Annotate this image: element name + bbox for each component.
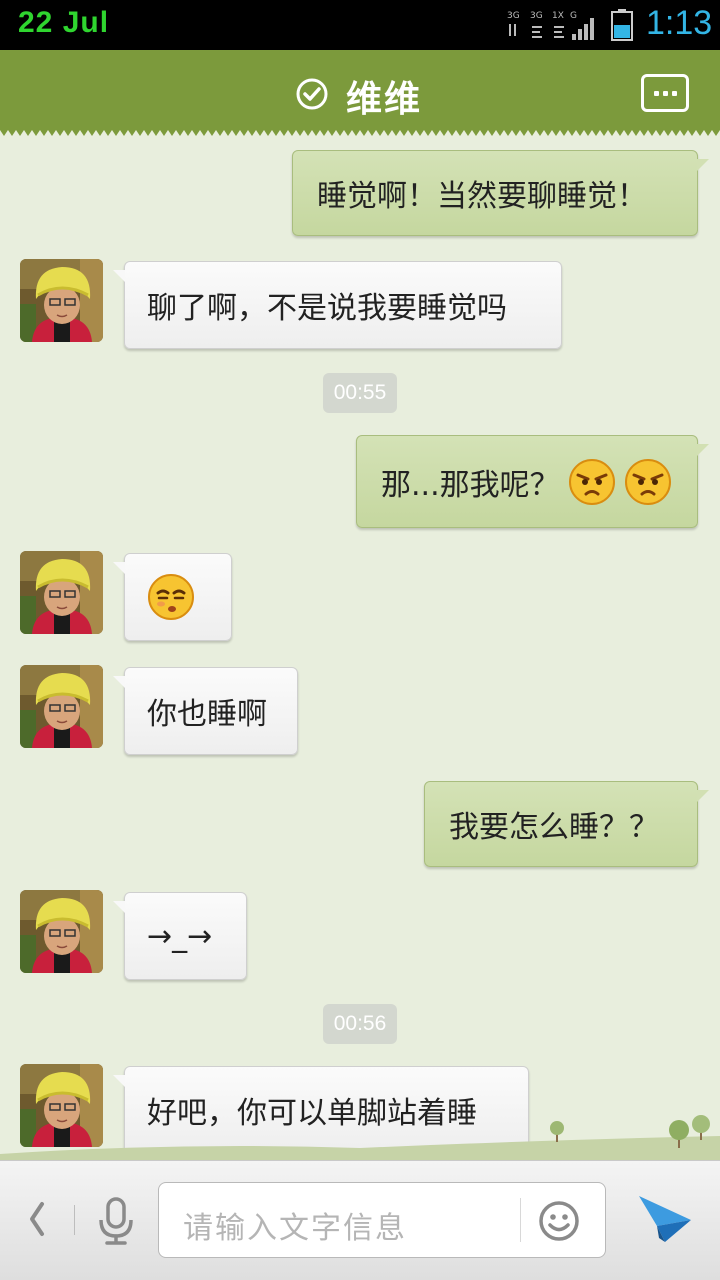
microphone-icon[interactable] [95, 1196, 137, 1246]
network-label: 1X [552, 11, 564, 21]
battery-icon [611, 9, 633, 41]
contact-name: 维维 [346, 79, 423, 120]
back-chevron-icon[interactable] [24, 1198, 48, 1240]
sleepy-face-icon [148, 574, 194, 620]
header-zigzag-edge [0, 128, 720, 136]
message-bubble-incoming[interactable]: →_→ [113, 892, 247, 980]
more-dots-icon [663, 91, 668, 96]
angry-face-icon [624, 458, 671, 505]
message-bubble-outgoing[interactable]: 我要怎么睡？？ [424, 781, 709, 867]
message-timestamp: 00:56 [323, 1004, 397, 1044]
check-circle-icon [296, 78, 328, 110]
message-text: →_→ [147, 918, 213, 954]
network-label: G [570, 11, 577, 21]
grass-decoration [0, 1115, 720, 1162]
network-label: 3G [530, 11, 543, 21]
divider [74, 1205, 75, 1235]
message-text: 睡觉啊！当然要聊睡觉！ [317, 179, 647, 214]
message-text: 我要怎么睡？？ [449, 810, 659, 845]
status-bar: 22 Jul 3G 3G 1X G 1:13 [0, 0, 720, 50]
more-dots-icon [654, 91, 659, 96]
message-bubble-incoming[interactable]: 聊了啊，不是说我要睡觉吗 [113, 261, 562, 349]
signal-icons: 3G 3G 1X G [507, 11, 594, 40]
message-input-placeholder: 请输入文字信息 [183, 1211, 407, 1246]
more-options-button[interactable] [641, 74, 689, 112]
angry-face-icon [568, 458, 615, 505]
message-bubble-incoming[interactable]: 你也睡啊 [113, 667, 298, 755]
message-text: 聊了啊，不是说我要睡觉吗 [147, 291, 507, 326]
network-label: 3G [507, 11, 520, 21]
more-dots-icon [672, 91, 677, 96]
status-date: 22 Jul [18, 6, 110, 39]
contact-avatar[interactable] [20, 665, 103, 748]
contact-avatar[interactable] [20, 259, 103, 342]
message-bubble-outgoing[interactable]: 那...那我呢？ [356, 435, 709, 528]
message-bubble-incoming[interactable] [113, 553, 232, 641]
divider [520, 1198, 521, 1242]
contact-avatar[interactable] [20, 551, 103, 634]
message-bubble-outgoing[interactable]: 睡觉啊！当然要聊睡觉！ [292, 150, 709, 236]
message-text: 你也睡啊 [147, 697, 267, 732]
smiley-icon[interactable] [538, 1200, 580, 1242]
contact-avatar[interactable] [20, 890, 103, 973]
status-time: 1:13 [646, 4, 713, 42]
message-text: 那...那我呢？ [381, 467, 560, 503]
message-timestamp: 00:55 [323, 373, 397, 413]
send-plane-icon[interactable] [637, 1192, 693, 1244]
